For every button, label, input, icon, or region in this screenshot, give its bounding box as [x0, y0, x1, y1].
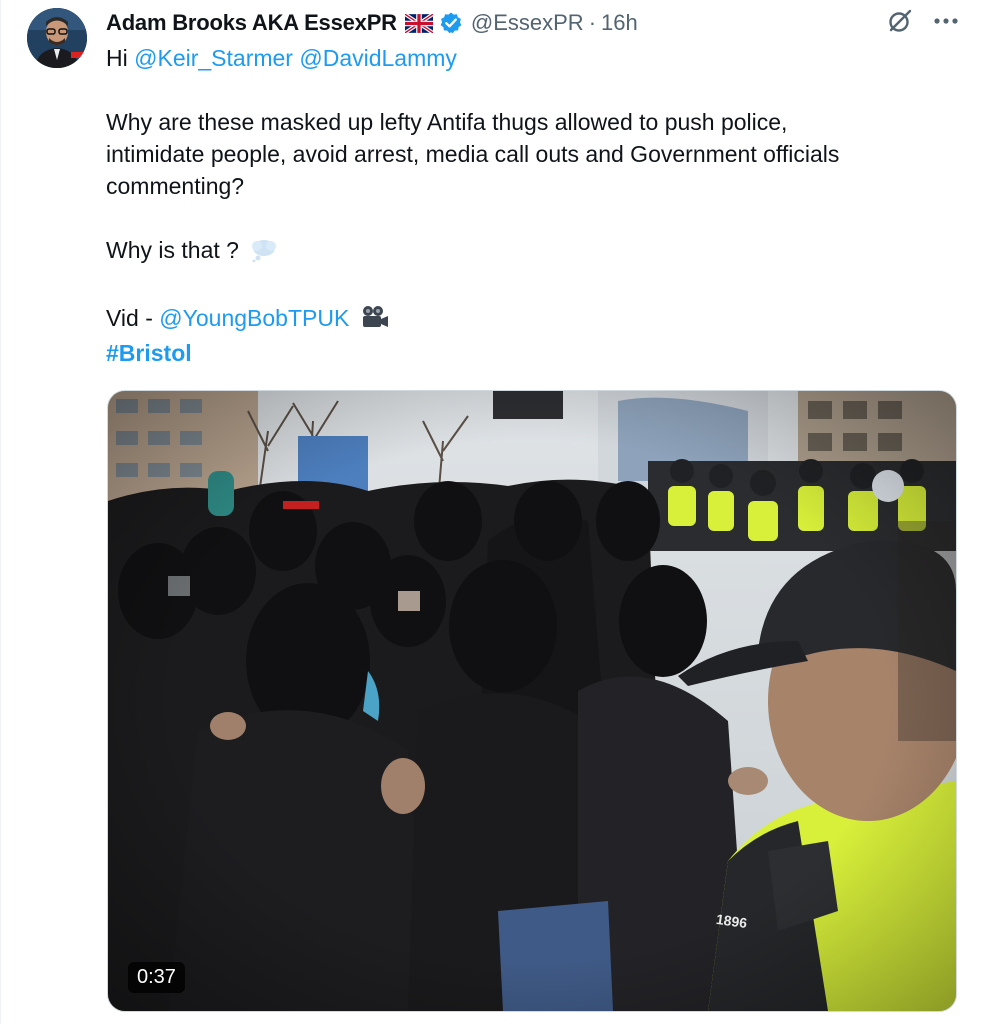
movie-camera-icon [360, 305, 390, 337]
tweet-text: Hi @Keir_Starmer @DavidLammy Why are the… [106, 42, 966, 369]
paragraph-line-2: intimidate people, avoid arrest, media c… [106, 141, 840, 167]
verified-badge-icon[interactable] [439, 11, 463, 35]
left-border [0, 0, 1, 1024]
paragraph-line-3: commenting? [106, 173, 245, 199]
mention-youngbobtpuk[interactable]: @YoungBobTPUK [159, 305, 349, 331]
mention-keir-starmer[interactable]: @Keir_Starmer [134, 45, 293, 71]
tweet-header: Adam Brooks AKA EssexPR @EssexPR · 16h [106, 7, 638, 39]
author-handle[interactable]: @EssexPR [471, 10, 584, 36]
greeting-text: Hi [106, 45, 128, 71]
author-name[interactable]: Adam Brooks AKA EssexPR [106, 10, 397, 36]
separator-dot: · [588, 10, 597, 35]
hashtag-bristol[interactable]: #Bristol [106, 337, 966, 369]
paragraph-line-1: Why are these masked up lefty Antifa thu… [106, 109, 788, 135]
avatar[interactable] [27, 8, 87, 68]
video-thumbnail [108, 391, 956, 1011]
greeting-line: Hi @Keir_Starmer @DavidLammy [106, 42, 966, 74]
question-text: Why is that ? [106, 237, 239, 263]
vid-credit-line: Vid - @YoungBobTPUK [106, 302, 966, 337]
more-options-icon[interactable] [933, 17, 959, 25]
question-line: Why is that ? [106, 234, 966, 270]
mention-david-lammy[interactable]: @DavidLammy [299, 45, 457, 71]
video-player[interactable]: 1896 0:37 [107, 390, 957, 1012]
thought-balloon-icon [249, 238, 279, 270]
video-duration: 0:37 [128, 962, 185, 993]
grok-icon[interactable] [887, 8, 913, 34]
uk-flag-icon [403, 12, 434, 34]
vid-prefix: Vid - [106, 305, 160, 331]
timestamp[interactable]: 16h [601, 10, 638, 36]
tweet-actions-top [887, 8, 959, 34]
